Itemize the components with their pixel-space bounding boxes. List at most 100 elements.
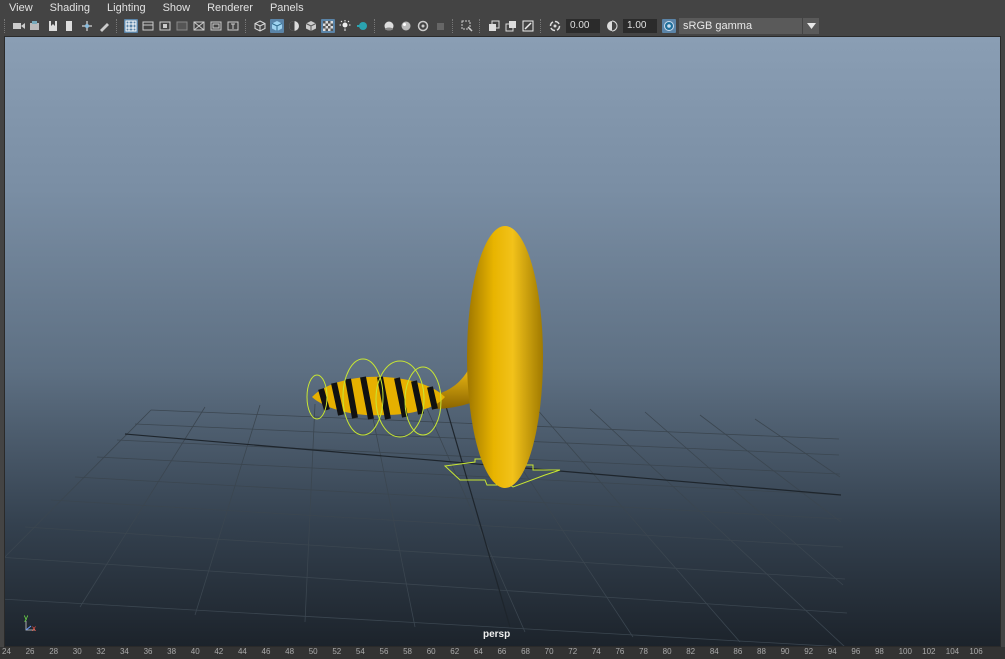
use-all-lights-icon[interactable]: [320, 19, 335, 33]
timeline-tick: 66: [497, 647, 507, 656]
timeline-tick: 42: [214, 647, 224, 656]
timeline-tick: 90: [780, 647, 790, 656]
timeline-tick: 24: [2, 647, 11, 656]
gamma-icon[interactable]: [605, 19, 619, 33]
axis-x-label: x: [32, 624, 36, 633]
menu-shading[interactable]: Shading: [41, 2, 98, 14]
smooth-shade-icon[interactable]: [269, 19, 284, 33]
timeline-tick: 92: [804, 647, 814, 656]
chevron-down-icon: [802, 18, 819, 34]
camera-attributes-icon[interactable]: [29, 19, 43, 33]
timeline-tick: 30: [72, 647, 82, 656]
timeline-tick: 40: [190, 647, 200, 656]
isolate-select-icon[interactable]: [433, 19, 447, 33]
timeline-tick: 94: [827, 647, 837, 656]
timeline-tick: 26: [25, 647, 35, 656]
timeline-tick: 102: [922, 647, 936, 656]
toolbar-separator: [116, 19, 119, 33]
color-space-value: sRGB gamma: [683, 20, 753, 32]
menu-show[interactable]: Show: [154, 2, 199, 14]
camera-name-label: persp: [483, 629, 511, 640]
timeline-tick: 56: [379, 647, 389, 656]
toolbar-separator: [540, 19, 543, 33]
2d-pan-zoom-icon[interactable]: [80, 19, 94, 33]
timeline-tick: 82: [686, 647, 696, 656]
panel-menubar: View Shading Lighting Show Renderer Pane…: [0, 0, 1005, 16]
exposure-icon[interactable]: [548, 19, 562, 33]
timeline-tick: 38: [167, 647, 177, 656]
field-chart-icon[interactable]: [192, 19, 206, 33]
timeline-tick: 48: [285, 647, 295, 656]
shadows-icon[interactable]: [338, 19, 352, 33]
panel-toolbar: 0.00 1.00 sRGB gamma: [0, 16, 1005, 36]
scene-view: [5, 226, 848, 646]
toolbar-separator: [374, 19, 377, 33]
timeline-tick: 36: [143, 647, 153, 656]
anti-aliasing-icon[interactable]: [399, 19, 413, 33]
depth-of-field-icon[interactable]: [416, 19, 430, 33]
menu-renderer[interactable]: Renderer: [198, 2, 261, 14]
grease-pencil-icon[interactable]: [97, 19, 111, 33]
axis-y-label: y: [24, 613, 28, 622]
gate-mask-icon[interactable]: [175, 19, 189, 33]
resolution-gate-icon[interactable]: [158, 19, 172, 33]
grid-icon[interactable]: [123, 19, 138, 33]
menu-panels[interactable]: Panels: [261, 2, 312, 14]
timeline-tick: 80: [662, 647, 672, 656]
timeline-tick: 28: [49, 647, 59, 656]
timeline-tick: 62: [450, 647, 460, 656]
ground-grid: [5, 402, 848, 646]
timeline-tick: 84: [709, 647, 719, 656]
textured-icon[interactable]: [304, 19, 318, 33]
timeline-tick: 70: [544, 647, 554, 656]
timeline-tick: 86: [733, 647, 743, 656]
wireframe-on-shaded-icon[interactable]: [287, 19, 301, 33]
timeline-tick: 72: [568, 647, 578, 656]
timeline-tick: 32: [96, 647, 106, 656]
timeline-tick: 104: [945, 647, 960, 656]
timeline-tick: 60: [426, 647, 436, 656]
xray-joints-icon[interactable]: [487, 19, 501, 33]
gamma-field[interactable]: 1.00: [623, 19, 657, 33]
menu-view[interactable]: View: [0, 2, 41, 14]
xray-active-icon[interactable]: [504, 19, 518, 33]
image-plane-icon[interactable]: [63, 19, 77, 33]
timeline-tick: 96: [851, 647, 861, 656]
toolbar-separator: [452, 19, 455, 33]
3d-viewport[interactable]: persp y x: [4, 36, 1001, 647]
timeline-tick: 44: [237, 647, 247, 656]
upright-body: [467, 226, 543, 488]
timeline-tick: 88: [757, 647, 766, 656]
toolbar-separator: [245, 19, 248, 33]
timeline-tick: 100: [898, 647, 912, 656]
safe-title-icon[interactable]: [226, 19, 240, 33]
color-space-dropdown[interactable]: sRGB gamma: [679, 18, 819, 34]
timeline-tick: 64: [473, 647, 483, 656]
timeline-tick: 54: [355, 647, 365, 656]
xray-icon[interactable]: [460, 19, 474, 33]
wireframe-icon[interactable]: [253, 19, 267, 33]
timeline-tick: 58: [403, 647, 412, 656]
menu-lighting[interactable]: Lighting: [98, 2, 154, 14]
timeline-tick: 78: [639, 647, 648, 656]
timeline-tick: 106: [969, 647, 983, 656]
timeline-tick: 98: [874, 647, 884, 656]
timeline-tick: 34: [119, 647, 129, 656]
bookmark-icon[interactable]: [46, 19, 60, 33]
timeline-tick: 46: [261, 647, 271, 656]
safe-action-icon[interactable]: [209, 19, 223, 33]
camera-icon[interactable]: [12, 19, 26, 33]
screen-space-ao-icon[interactable]: [355, 19, 369, 33]
timeline-tick: 50: [308, 647, 318, 656]
time-slider[interactable]: 24 26 28 30 32 34 36 38 40 42 44 46 48 5…: [0, 647, 1005, 659]
motion-blur-icon[interactable]: [382, 19, 396, 33]
exposure-field[interactable]: 0.00: [566, 19, 600, 33]
timeline-tick: 76: [615, 647, 625, 656]
color-management-icon[interactable]: [661, 19, 676, 33]
backface-culling-icon[interactable]: [521, 19, 535, 33]
timeline-tick: 52: [332, 647, 342, 656]
film-gate-icon[interactable]: [141, 19, 155, 33]
toolbar-separator: [4, 19, 7, 33]
timeline-tick: 68: [521, 647, 530, 656]
tail-stem: [433, 367, 473, 409]
